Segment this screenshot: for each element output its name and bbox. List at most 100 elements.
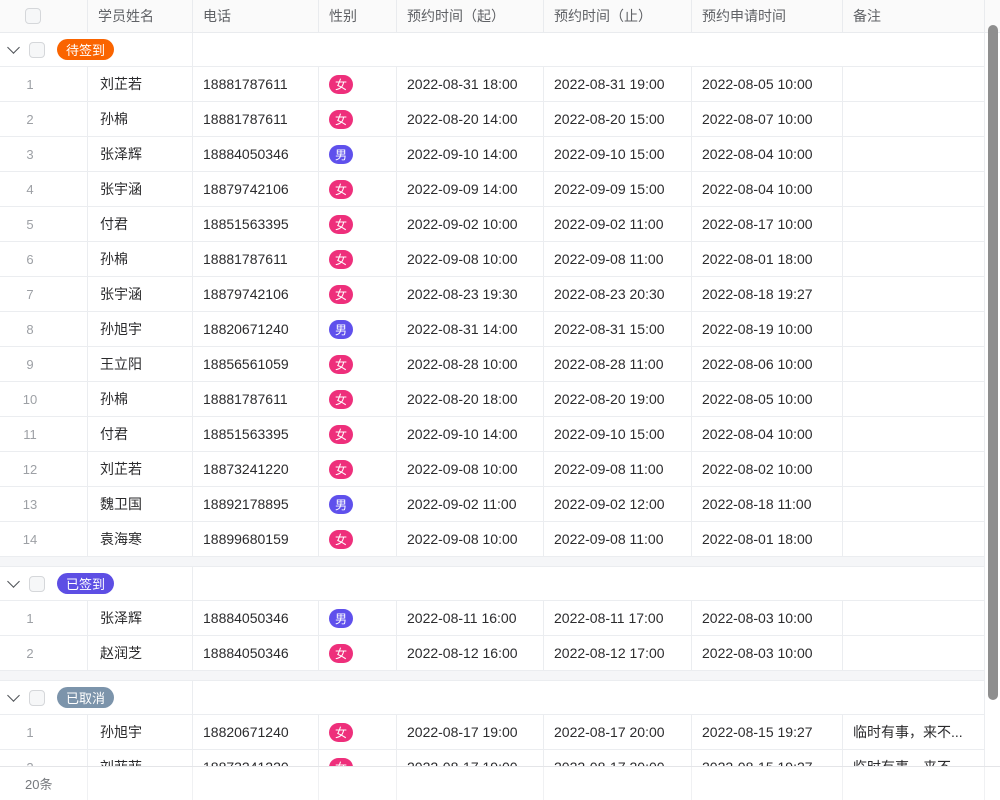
row-index-cell: 5 [0, 207, 88, 242]
apply-time-cell: 2022-08-04 10:00 [692, 417, 843, 452]
gender-cell: 女 [319, 636, 397, 671]
phone-cell: 18881787611 [193, 67, 319, 102]
gender-cell: 女 [319, 417, 397, 452]
table-row: 4张宇涵18879742106女2022-09-09 14:002022-09-… [0, 172, 985, 207]
group-header-filler [193, 33, 985, 67]
gender-badge: 男 [329, 320, 353, 339]
col-header-gender: 性别 [319, 0, 397, 32]
remark-cell [843, 312, 985, 347]
group-select-checkbox[interactable] [29, 42, 45, 58]
table-row: 2孙棉18881787611女2022-08-20 14:002022-08-2… [0, 102, 985, 137]
student-name-cell: 孙旭宇 [88, 715, 193, 750]
col-header-student-name: 学员姓名 [88, 0, 193, 32]
start-time-cell: 2022-09-10 14:00 [397, 137, 544, 172]
start-time-cell: 2022-08-11 16:00 [397, 601, 544, 636]
remark-cell [843, 137, 985, 172]
row-index-cell: 9 [0, 347, 88, 382]
phone-cell: 18879742106 [193, 172, 319, 207]
end-time-cell: 2022-08-20 15:00 [544, 102, 692, 137]
gender-cell: 男 [319, 601, 397, 636]
remark-cell [843, 277, 985, 312]
end-time-cell: 2022-08-23 20:30 [544, 277, 692, 312]
row-index-cell: 8 [0, 312, 88, 347]
phone-cell: 18899680159 [193, 522, 319, 557]
student-name-cell: 张宇涵 [88, 277, 193, 312]
gender-cell: 女 [319, 207, 397, 242]
row-index-cell: 3 [0, 137, 88, 172]
group-select-checkbox[interactable] [29, 690, 45, 706]
row-index: 3 [22, 147, 38, 162]
row-index: 1 [22, 77, 38, 92]
row-index: 5 [22, 217, 38, 232]
collapse-chevron-icon[interactable] [7, 689, 20, 702]
start-time-cell: 2022-08-17 19:00 [397, 715, 544, 750]
end-time-cell: 2022-08-31 19:00 [544, 67, 692, 102]
row-index: 13 [22, 497, 38, 512]
phone-cell: 18851563395 [193, 417, 319, 452]
start-time-cell: 2022-08-20 14:00 [397, 102, 544, 137]
gender-cell: 男 [319, 312, 397, 347]
gender-cell: 女 [319, 242, 397, 277]
student-name-cell: 赵润芝 [88, 636, 193, 671]
start-time-cell: 2022-08-23 19:30 [397, 277, 544, 312]
remark-cell [843, 452, 985, 487]
end-time-cell: 2022-08-11 17:00 [544, 601, 692, 636]
gender-badge: 女 [329, 75, 353, 94]
group-spacer [0, 557, 985, 567]
row-index: 8 [22, 322, 38, 337]
collapse-chevron-icon[interactable] [7, 41, 20, 54]
apply-time-cell: 2022-08-03 10:00 [692, 601, 843, 636]
col-header-remark: 备注 [843, 0, 985, 32]
start-time-cell: 2022-08-28 10:00 [397, 347, 544, 382]
gender-cell: 女 [319, 382, 397, 417]
student-name-cell: 魏卫国 [88, 487, 193, 522]
collapse-chevron-icon[interactable] [7, 575, 20, 588]
remark-cell [843, 417, 985, 452]
end-time-cell: 2022-09-08 11:00 [544, 522, 692, 557]
row-index: 12 [22, 462, 38, 477]
row-index-cell: 13 [0, 487, 88, 522]
gender-badge: 女 [329, 110, 353, 129]
apply-time-cell: 2022-08-04 10:00 [692, 137, 843, 172]
gender-cell: 女 [319, 67, 397, 102]
student-name-cell: 王立阳 [88, 347, 193, 382]
vertical-scrollbar-thumb[interactable] [988, 25, 998, 700]
row-index: 4 [22, 182, 38, 197]
row-index-cell: 2 [0, 750, 88, 766]
gender-cell: 女 [319, 172, 397, 207]
end-time-cell: 2022-08-31 15:00 [544, 312, 692, 347]
gender-cell: 女 [319, 102, 397, 137]
group-header-row-signed: 已签到 [0, 567, 985, 601]
student-name-cell: 孙棉 [88, 242, 193, 277]
table-row: 10孙棉18881787611女2022-08-20 18:002022-08-… [0, 382, 985, 417]
row-index-cell: 11 [0, 417, 88, 452]
table-body: 待签到1刘芷若18881787611女2022-08-31 18:002022-… [0, 33, 1000, 766]
gender-badge: 女 [329, 644, 353, 663]
end-time-cell: 2022-09-10 15:00 [544, 417, 692, 452]
student-name-cell: 张泽辉 [88, 601, 193, 636]
student-name-cell: 刘芷若 [88, 67, 193, 102]
gender-badge: 女 [329, 758, 353, 767]
apply-time-cell: 2022-08-07 10:00 [692, 102, 843, 137]
phone-cell: 18879742106 [193, 277, 319, 312]
phone-cell: 18884050346 [193, 636, 319, 671]
remark-cell: 临时有事，来不... [843, 750, 985, 766]
student-name-cell: 付君 [88, 207, 193, 242]
start-time-cell: 2022-09-02 11:00 [397, 487, 544, 522]
student-name-cell: 孙旭宇 [88, 312, 193, 347]
apply-time-cell: 2022-08-03 10:00 [692, 636, 843, 671]
start-time-cell: 2022-09-02 10:00 [397, 207, 544, 242]
select-all-checkbox[interactable] [25, 8, 41, 24]
end-time-cell: 2022-09-02 12:00 [544, 487, 692, 522]
table-row: 13魏卫国18892178895男2022-09-02 11:002022-09… [0, 487, 985, 522]
group-select-checkbox[interactable] [29, 576, 45, 592]
end-time-cell: 2022-08-28 11:00 [544, 347, 692, 382]
gender-cell: 女 [319, 277, 397, 312]
group-header-cell: 待签到 [0, 33, 193, 67]
gender-cell: 女 [319, 347, 397, 382]
phone-cell: 18851563395 [193, 207, 319, 242]
group-header-cell: 已取消 [0, 681, 193, 715]
gender-badge: 女 [329, 530, 353, 549]
apply-time-cell: 2022-08-15 19:27 [692, 750, 843, 766]
start-time-cell: 2022-09-08 10:00 [397, 452, 544, 487]
